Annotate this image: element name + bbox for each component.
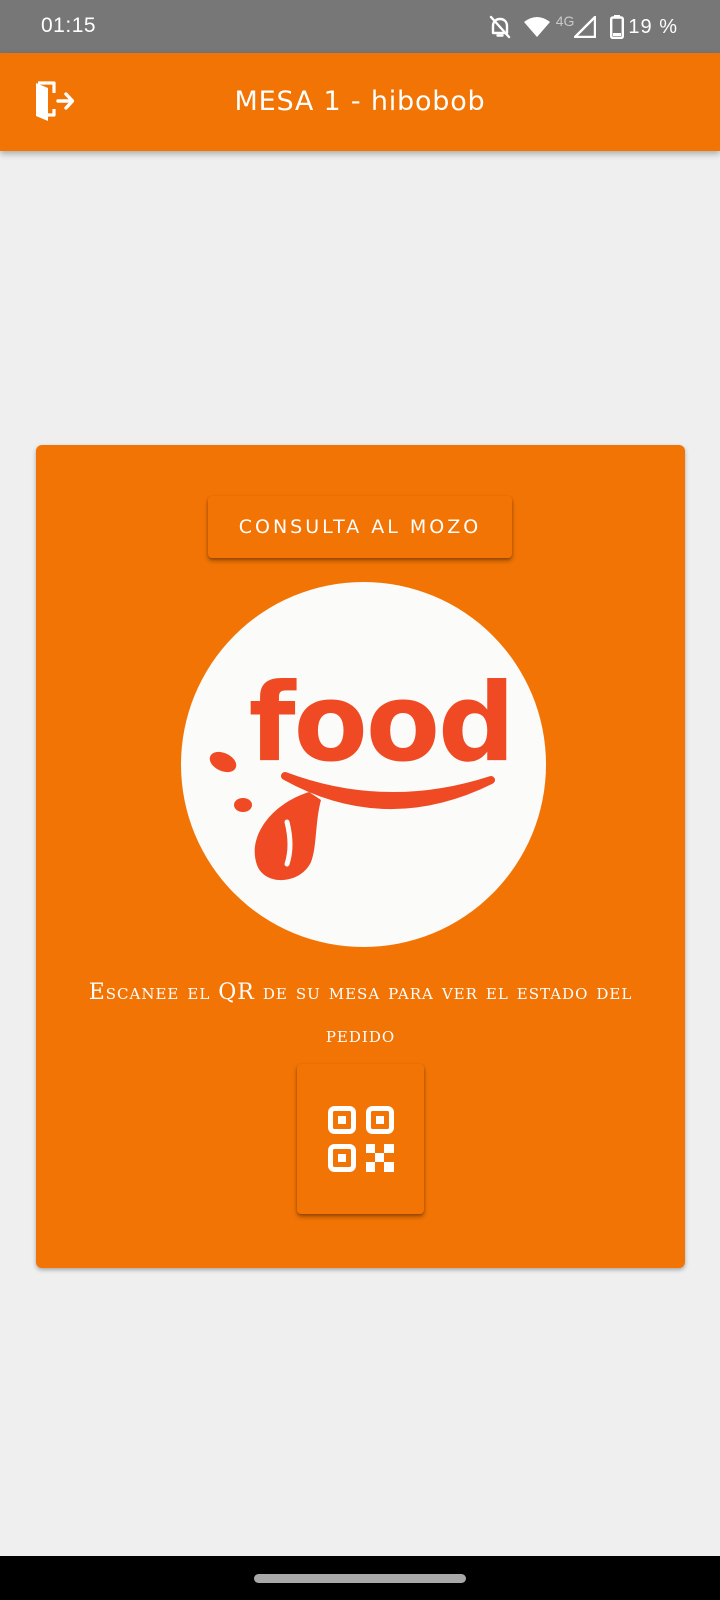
home-indicator[interactable] [254, 1574, 466, 1583]
page-title: MESA 1 - hibobob [234, 86, 486, 117]
battery-icon [610, 15, 625, 39]
network-type-label: 4G [555, 13, 575, 29]
bell-off-icon [489, 15, 511, 39]
consult-waiter-button[interactable]: CONSULTA AL MOZO [208, 496, 512, 558]
status-time: 01:15 [41, 14, 97, 37]
scan-qr-button[interactable] [297, 1064, 424, 1214]
logout-button[interactable] [26, 74, 82, 130]
scan-instructions: Escanee el QR de su mesa para ver el est… [88, 980, 633, 1048]
table-status-card: CONSULTA AL MOZO food Escanee el QR de s… [36, 445, 685, 1268]
qr-code-icon [327, 1106, 394, 1172]
wifi-icon [523, 16, 550, 38]
status-bar: 01:15 4G 19 % [0, 0, 720, 53]
app-bar: MESA 1 - hibobob [0, 53, 720, 151]
logo-wordmark: food [249, 661, 514, 786]
logout-door-icon [34, 81, 74, 123]
food-logo: food [181, 582, 546, 947]
system-navigation-bar [0, 1556, 720, 1600]
battery-percent: 19 % [628, 15, 678, 38]
signal-icon [574, 16, 597, 38]
status-icons: 4G 19 % [489, 13, 678, 40]
